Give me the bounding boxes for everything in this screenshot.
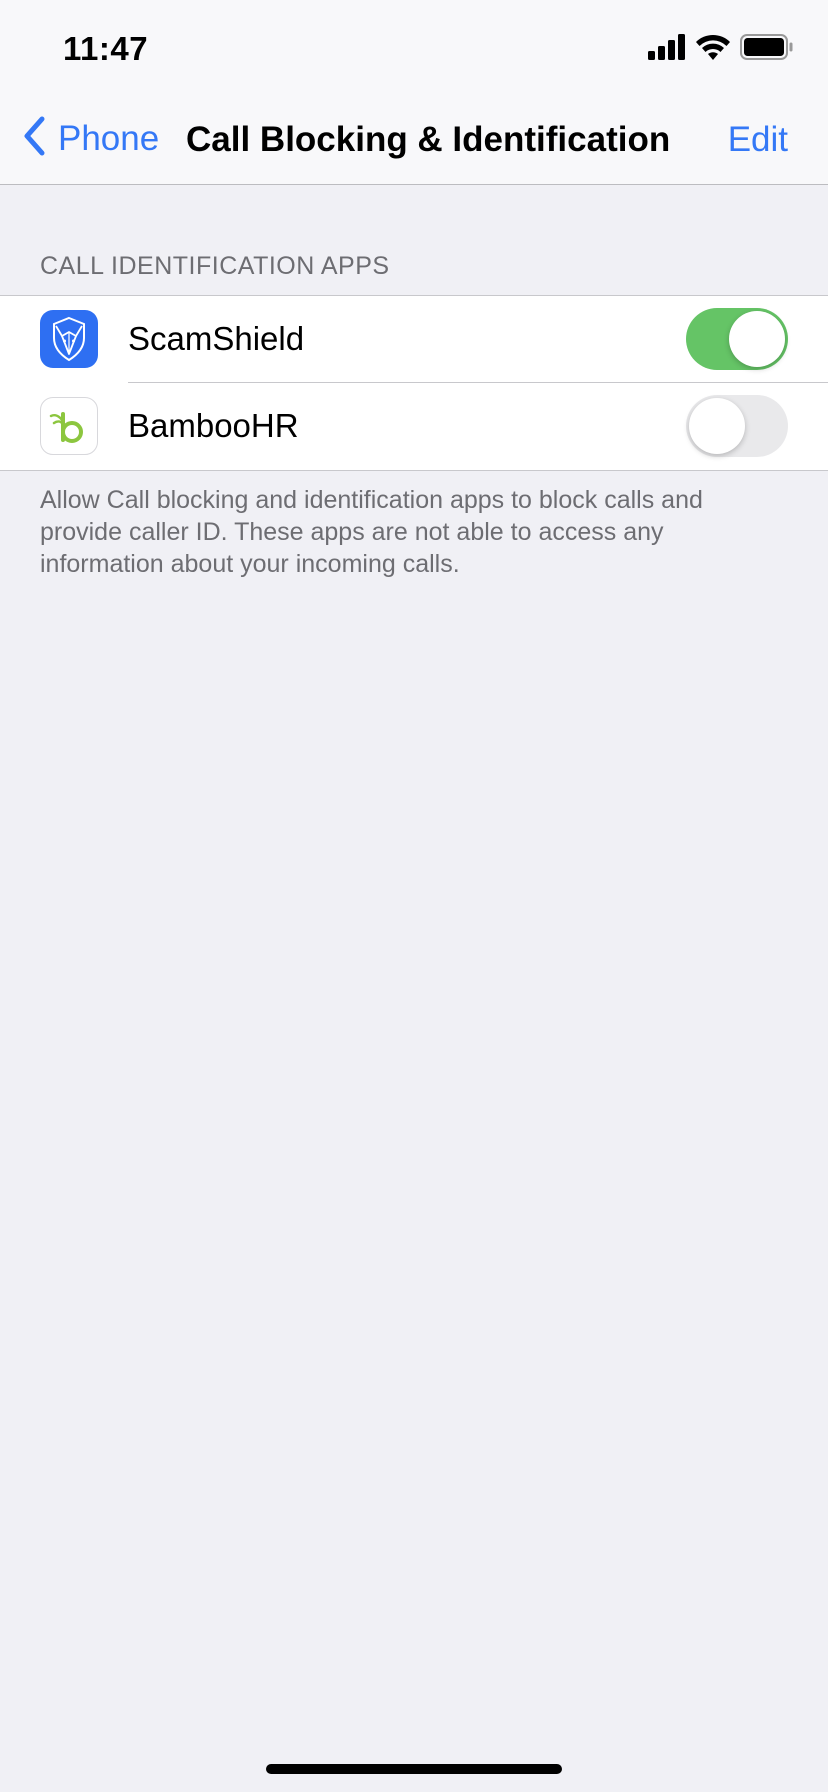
bamboohr-app-icon [40,397,98,455]
home-indicator[interactable] [266,1764,562,1774]
status-time: 11:47 [63,30,149,67]
list-item-scamshield: ScamShield [0,296,828,383]
list-item-bamboohr: BambooHR [0,383,828,470]
status-icons [648,34,794,65]
app-name-label: ScamShield [128,320,305,357]
battery-icon [740,34,794,65]
section-header: CALL IDENTIFICATION APPS [40,252,390,280]
cellular-signal-icon [648,34,686,65]
chevron-left-icon [22,116,46,161]
wifi-icon [696,34,730,65]
scamshield-app-icon [40,310,98,368]
bamboohr-toggle[interactable] [686,395,788,457]
edit-button[interactable]: Edit [728,120,788,160]
page-title: Call Blocking & Identification [186,120,671,159]
status-bar: 11:47 [0,0,828,96]
scamshield-toggle[interactable] [686,308,788,370]
call-identification-apps-list: ScamShield BambooHR [0,295,828,471]
navigation-bar: Phone Call Blocking & Identification Edi… [0,96,828,185]
toggle-knob [689,398,745,454]
back-label: Phone [58,118,160,158]
back-button[interactable]: Phone [22,116,159,161]
section-footer: Allow Call blocking and identification a… [40,486,703,578]
toggle-knob [729,311,785,367]
app-name-label: BambooHR [128,407,299,444]
